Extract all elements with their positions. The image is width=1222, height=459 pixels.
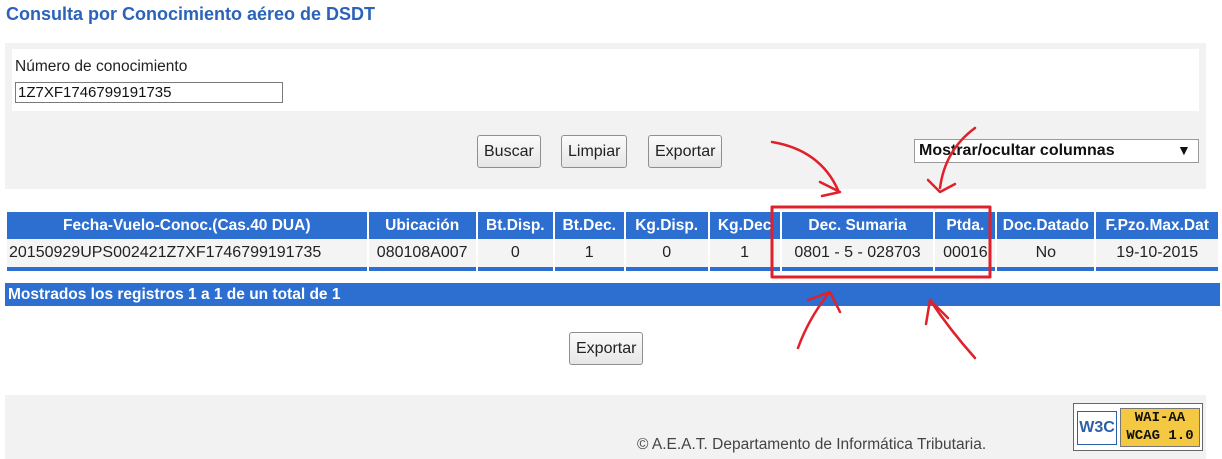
col-header-ptda[interactable]: Ptda. — [935, 212, 996, 239]
search-panel: Número de conocimiento Buscar Limpiar Ex… — [5, 43, 1206, 189]
field-box: Número de conocimiento — [12, 49, 1199, 111]
w3c-logo-icon: W3C — [1077, 411, 1117, 445]
columns-select-label: Mostrar/ocultar columnas — [919, 142, 1115, 159]
cell-kg-disp: 0 — [625, 239, 708, 267]
results-summary-bar: Mostrados los registros 1 a 1 de un tota… — [5, 283, 1220, 306]
arrow-bottom-right-icon — [928, 298, 977, 360]
bottom-panel — [5, 395, 1206, 459]
table-row[interactable]: 20150929UPS002421Z7XF1746799191735 08010… — [7, 239, 1218, 267]
cell-bt-dec: 1 — [554, 239, 624, 267]
cell-fecha: 20150929UPS002421Z7XF1746799191735 — [7, 239, 367, 267]
col-header-bt-disp[interactable]: Bt.Disp. — [477, 212, 553, 239]
conocimiento-input[interactable] — [15, 82, 283, 103]
table-spacer-row — [7, 267, 1218, 271]
exportar-top-button[interactable]: Exportar — [648, 135, 723, 168]
page-title: Consulta por Conocimiento aéreo de DSDT — [6, 4, 376, 24]
wcag-badge[interactable]: W3C WAI-AA WCAG 1.0 — [1073, 403, 1203, 451]
wcag-line-1: WAI-AA — [1134, 410, 1186, 426]
col-header-bt-dec[interactable]: Bt.Dec. — [554, 212, 624, 239]
cell-bt-disp: 0 — [477, 239, 553, 267]
col-header-doc-datado[interactable]: Doc.Datado — [997, 212, 1095, 239]
col-header-kg-disp[interactable]: Kg.Disp. — [625, 212, 708, 239]
cell-ubicacion: 080108A007 — [368, 239, 476, 267]
header-row: Fecha-Vuelo-Conoc.(Cas.40 DUA) Ubicación… — [7, 212, 1218, 239]
results-table: Fecha-Vuelo-Conoc.(Cas.40 DUA) Ubicación… — [5, 212, 1220, 271]
col-header-f-pzo-max[interactable]: F.Pzo.Max.Dat — [1096, 212, 1218, 239]
cell-kg-dec: 1 — [709, 239, 780, 267]
buscar-button[interactable]: Buscar — [477, 135, 541, 168]
cell-doc-datado: No — [997, 239, 1095, 267]
cell-ptda: 00016 — [935, 239, 996, 267]
col-header-dec-sumaria[interactable]: Dec. Sumaria — [781, 212, 934, 239]
col-header-kg-dec[interactable]: Kg.Dec — [709, 212, 780, 239]
exportar-bottom-button[interactable]: Exportar — [569, 332, 644, 365]
columns-select[interactable]: Mostrar/ocultar columnas — [914, 139, 1199, 163]
cell-dec-sumaria: 0801 - 5 - 028703 — [781, 239, 934, 267]
wcag-line-2: WCAG 1.0 — [1126, 428, 1194, 444]
conocimiento-label: Número de conocimiento — [15, 58, 188, 75]
copyright-text: © A.E.A.T. Departamento de Informática T… — [637, 436, 987, 453]
col-header-ubicacion[interactable]: Ubicación — [368, 212, 476, 239]
col-header-fecha[interactable]: Fecha-Vuelo-Conoc.(Cas.40 DUA) — [7, 212, 367, 239]
cell-f-pzo-max: 19-10-2015 — [1096, 239, 1218, 267]
limpiar-button[interactable]: Limpiar — [561, 135, 628, 168]
wcag-level-label: WAI-AA WCAG 1.0 — [1120, 408, 1200, 447]
